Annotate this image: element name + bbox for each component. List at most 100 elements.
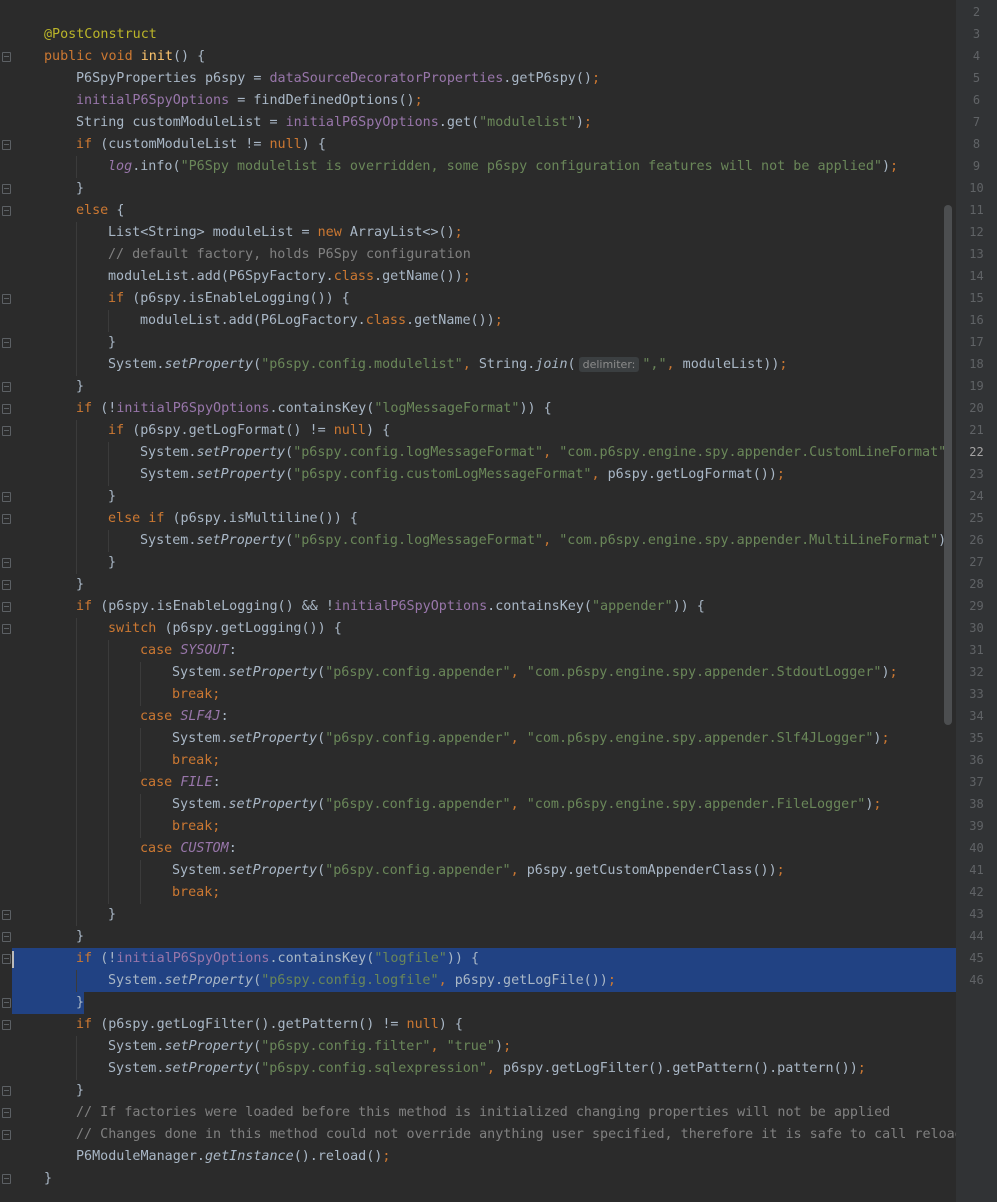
code-line[interactable]: public void init() { bbox=[0, 46, 956, 68]
code-line[interactable]: P6SpyProperties p6spy = dataSourceDecora… bbox=[0, 68, 956, 90]
code-line[interactable]: if (p6spy.getLogFilter().getPattern() !=… bbox=[0, 1014, 956, 1036]
indent-guide bbox=[108, 706, 109, 728]
fold-icon[interactable] bbox=[2, 206, 11, 216]
fold-icon[interactable] bbox=[2, 52, 11, 62]
code-line[interactable]: break; bbox=[0, 816, 956, 838]
code-line[interactable]: } bbox=[0, 926, 956, 948]
code-token: ) { bbox=[301, 137, 326, 152]
code-line[interactable]: case SLF4J: bbox=[0, 706, 956, 728]
fold-icon[interactable] bbox=[2, 1108, 11, 1118]
code-line[interactable]: P6ModuleManager.getInstance().reload(); bbox=[0, 1146, 956, 1168]
code-line[interactable]: @PostConstruct bbox=[0, 24, 956, 46]
fold-icon[interactable] bbox=[2, 998, 11, 1008]
fold-icon[interactable] bbox=[2, 426, 11, 436]
code-token: ) { bbox=[365, 423, 391, 438]
code-line[interactable]: else { bbox=[0, 200, 956, 222]
fold-icon[interactable] bbox=[2, 492, 11, 502]
code-line[interactable]: // If factories were loaded before this … bbox=[0, 1102, 956, 1124]
indent-guide bbox=[108, 442, 109, 464]
line-number: 45 bbox=[969, 951, 984, 965]
code-editor[interactable]: @PostConstruct public void init() {P6SpyP… bbox=[0, 0, 956, 1202]
code-line[interactable]: System.setProperty("p6spy.config.sqlexpr… bbox=[0, 1058, 956, 1080]
code-line[interactable]: if (!initialP6SpyOptions.containsKey("lo… bbox=[2, 948, 956, 970]
fold-icon[interactable] bbox=[2, 382, 11, 392]
fold-icon[interactable] bbox=[2, 910, 11, 920]
code-line[interactable]: } bbox=[0, 574, 956, 596]
fold-icon[interactable] bbox=[2, 558, 11, 568]
code-line[interactable]: System.setProperty("p6spy.config.modulel… bbox=[0, 354, 956, 376]
code-line[interactable]: if (!initialP6SpyOptions.containsKey("lo… bbox=[0, 398, 956, 420]
code-line[interactable]: } bbox=[0, 486, 956, 508]
code-line[interactable]: } bbox=[0, 992, 956, 1014]
line-number: 23 bbox=[969, 467, 984, 481]
code-line[interactable]: else if (p6spy.isMultiline()) { bbox=[0, 508, 956, 530]
code-line[interactable]: System.setProperty("p6spy.config.customL… bbox=[0, 464, 956, 486]
code-line[interactable]: } bbox=[0, 552, 956, 574]
code-line[interactable]: System.setProperty("p6spy.config.logfile… bbox=[12, 970, 956, 992]
indent-guide bbox=[76, 706, 77, 728]
code-line[interactable] bbox=[0, 2, 956, 24]
code-line[interactable]: // default factory, holds P6Spy configur… bbox=[0, 244, 956, 266]
code-token: "p6spy.config.logfile" bbox=[261, 973, 439, 988]
code-line[interactable]: if (customModuleList != null) { bbox=[0, 134, 956, 156]
fold-icon[interactable] bbox=[2, 184, 11, 194]
code-line[interactable]: System.setProperty("p6spy.config.filter"… bbox=[0, 1036, 956, 1058]
code-line[interactable]: case SYSOUT: bbox=[0, 640, 956, 662]
code-line[interactable]: System.setProperty("p6spy.config.logMess… bbox=[0, 530, 956, 552]
code-line[interactable]: System.setProperty("p6spy.config.appende… bbox=[0, 794, 956, 816]
code-line[interactable]: moduleList.add(P6LogFactory.class.getNam… bbox=[0, 310, 956, 332]
code-line[interactable]: } bbox=[0, 332, 956, 354]
code-line[interactable]: } bbox=[0, 904, 956, 926]
fold-icon[interactable] bbox=[2, 1020, 11, 1030]
fold-icon[interactable] bbox=[2, 624, 11, 634]
code-text: log.info("P6Spy modulelist is overridden… bbox=[108, 156, 898, 178]
code-line[interactable]: break; bbox=[0, 882, 956, 904]
code-line[interactable]: // Changes done in this method could not… bbox=[0, 1124, 956, 1146]
fold-icon[interactable] bbox=[2, 294, 11, 304]
code-token: "com.p6spy.engine.spy.appender.StdoutLog… bbox=[526, 665, 882, 680]
code-line[interactable]: break; bbox=[0, 750, 956, 772]
code-line[interactable]: if (p6spy.isEnableLogging() && !initialP… bbox=[0, 596, 956, 618]
code-line[interactable]: if (p6spy.getLogFormat() != null) { bbox=[0, 420, 956, 442]
fold-icon[interactable] bbox=[2, 514, 11, 524]
code-token: getInstance bbox=[205, 1149, 294, 1164]
code-line[interactable]: moduleList.add(P6SpyFactory.class.getNam… bbox=[0, 266, 956, 288]
code-line[interactable]: } bbox=[0, 376, 956, 398]
code-line[interactable]: } bbox=[0, 1080, 956, 1102]
code-line[interactable]: System.setProperty("p6spy.config.appende… bbox=[0, 662, 956, 684]
fold-icon[interactable] bbox=[2, 404, 11, 414]
code-line[interactable]: String customModuleList = initialP6SpyOp… bbox=[0, 112, 956, 134]
code-token: ( bbox=[317, 797, 326, 812]
code-line[interactable]: switch (p6spy.getLogging()) { bbox=[0, 618, 956, 640]
code-token: "com.p6spy.engine.spy.appender.Slf4JLogg… bbox=[526, 731, 874, 746]
fold-icon[interactable] bbox=[2, 1086, 11, 1096]
fold-icon[interactable] bbox=[2, 954, 11, 964]
code-text: else if (p6spy.isMultiline()) { bbox=[108, 508, 358, 530]
vertical-scrollbar[interactable] bbox=[944, 205, 952, 725]
code-line[interactable]: log.info("P6Spy modulelist is overridden… bbox=[0, 156, 956, 178]
fold-icon[interactable] bbox=[2, 580, 11, 590]
code-line[interactable]: case CUSTOM: bbox=[0, 838, 956, 860]
code-line[interactable]: break; bbox=[0, 684, 956, 706]
code-line[interactable]: } bbox=[0, 1168, 956, 1190]
fold-icon[interactable] bbox=[2, 932, 11, 942]
code-token: @PostConstruct bbox=[44, 27, 157, 42]
fold-icon[interactable] bbox=[2, 338, 11, 348]
code-line[interactable]: case FILE: bbox=[0, 772, 956, 794]
line-number: 25 bbox=[969, 511, 984, 525]
code-line[interactable]: System.setProperty("p6spy.config.logMess… bbox=[0, 442, 956, 464]
code-line[interactable]: System.setProperty("p6spy.config.appende… bbox=[0, 728, 956, 750]
line-number: 41 bbox=[969, 863, 984, 877]
code-line[interactable]: List<String> moduleList = new ArrayList<… bbox=[0, 222, 956, 244]
indent-guide bbox=[76, 684, 77, 706]
code-line[interactable]: System.setProperty("p6spy.config.appende… bbox=[0, 860, 956, 882]
fold-icon[interactable] bbox=[2, 1174, 11, 1184]
indent-guide bbox=[76, 222, 77, 244]
fold-icon[interactable] bbox=[2, 140, 11, 150]
fold-icon[interactable] bbox=[2, 1130, 11, 1140]
fold-icon[interactable] bbox=[2, 602, 11, 612]
code-line[interactable]: } bbox=[0, 178, 956, 200]
code-token: ().reload() bbox=[293, 1149, 383, 1164]
code-line[interactable]: initialP6SpyOptions = findDefinedOptions… bbox=[0, 90, 956, 112]
code-line[interactable]: if (p6spy.isEnableLogging()) { bbox=[0, 288, 956, 310]
